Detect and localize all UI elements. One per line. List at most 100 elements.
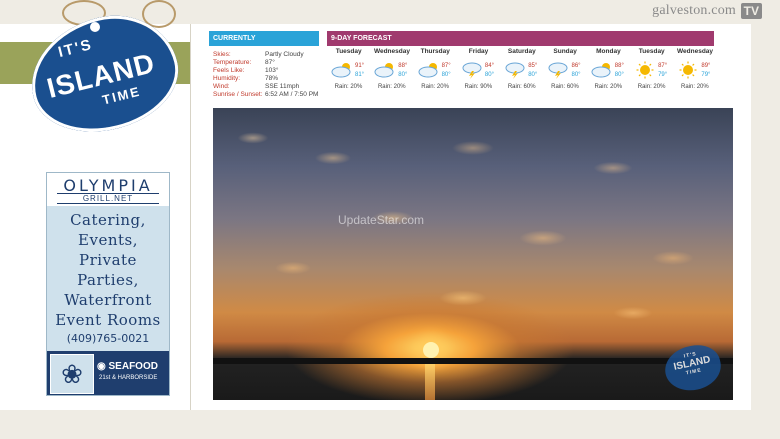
forecast-low: 80°	[398, 72, 408, 78]
current-value: Partly Cloudy	[265, 51, 304, 58]
forecast-day: Sunday 86° 80° Rain: 60%	[543, 48, 586, 94]
currently-table: Skies: Partly Cloudy Temperature: 87° Feel…	[213, 51, 318, 99]
forecast-day: Thursday 87° 80° Rain: 20%	[414, 48, 457, 94]
partly-cloudy-icon	[418, 61, 440, 79]
forecast-low: 80°	[571, 72, 581, 78]
currently-row: Wind: SSE 11mph	[213, 83, 318, 91]
forecast-day-name: Wednesday	[373, 48, 410, 55]
forecast-day: Tuesday 91° 81° Rain: 20%	[327, 48, 370, 94]
forecast-low: 80°	[441, 72, 451, 78]
forecast-day: Friday 84° 80° Rain: 90%	[457, 48, 500, 94]
current-label: Wind:	[213, 83, 230, 90]
current-value: 87°	[265, 59, 275, 66]
currently-row: Feels Like: 103°	[213, 67, 318, 75]
sunset-photo: UpdateStar.com IT'S ISLAND TIME	[213, 108, 733, 400]
site-brand[interactable]: galveston.com	[652, 3, 736, 19]
watermark: UpdateStar.com	[338, 213, 425, 227]
ad-header: OLYMPIA GRILL.NET	[47, 173, 169, 206]
forecast-day: Wednesday 88° 80° Rain: 20%	[370, 48, 413, 94]
island-time-watermark-logo: IT'S ISLAND TIME	[661, 340, 725, 396]
forecast-day: Monday 88° 80° Rain: 20%	[587, 48, 630, 94]
forecast-high: 88°	[398, 63, 408, 69]
ad-name: OLYMPIA	[63, 176, 153, 195]
forecast-day-name: Friday	[468, 48, 489, 55]
currently-row: Skies: Partly Cloudy	[213, 51, 318, 59]
ad-body: Catering, Events, Private Parties, Water…	[47, 206, 169, 330]
forecast-day-name: Tuesday	[638, 48, 665, 55]
sun	[423, 342, 439, 358]
forecast-day-name: Tuesday	[335, 48, 362, 55]
forecast-day-name: Saturday	[507, 48, 536, 55]
currently-header: CURRENTLY	[209, 31, 319, 46]
sunny-icon	[677, 61, 699, 79]
partly-cloudy-icon	[591, 61, 613, 79]
current-value: 6:52 AM / 7:50 PM	[265, 91, 319, 98]
olympia-grill-ad[interactable]: OLYMPIA GRILL.NET Catering, Events, Priv…	[46, 172, 170, 396]
forecast-low: 79°	[701, 72, 711, 78]
ad-line: Waterfront	[64, 291, 152, 309]
ad-line: Private	[79, 251, 137, 269]
partly-cloudy-icon	[374, 61, 396, 79]
currently-row: Humidity: 78%	[213, 75, 318, 83]
forecast-header: 9-DAY FORECAST	[327, 31, 714, 46]
forecast-rain: Rain: 60%	[507, 84, 536, 90]
forecast-low: 80°	[484, 72, 494, 78]
forecast-high: 85°	[528, 63, 538, 69]
forecast-rain: Rain: 20%	[637, 84, 666, 90]
ad-footer: ❀ ◉ SEAFOOD 21st & HARBORSIDE	[47, 351, 169, 395]
tv-badge[interactable]: TV	[740, 3, 762, 19]
forecast-high: 88°	[614, 63, 624, 69]
current-label: Sunrise / Sunset:	[213, 91, 263, 98]
forecast-low: 80°	[528, 72, 538, 78]
current-label: Humidity:	[213, 75, 241, 82]
forecast-low: 80°	[614, 72, 624, 78]
forecast-day: Wednesday 89° 79° Rain: 20%	[673, 48, 716, 94]
forecast-rain: Rain: 20%	[681, 84, 709, 90]
ad-seafood: ◉ SEAFOOD	[97, 361, 158, 372]
forecast-rain: Rain: 90%	[464, 84, 493, 90]
forecast-high: 86°	[571, 63, 581, 69]
bottom-bar	[0, 410, 780, 439]
forecast-day-name: Sunday	[553, 48, 577, 55]
forecast-low: 81°	[355, 72, 365, 78]
ad-phone: (409)765-0021	[66, 332, 150, 345]
ad-address: 21st & HARBORSIDE	[99, 375, 158, 381]
forecast-day-name: Wednesday	[677, 48, 714, 55]
island-time-logo: IT'S ISLAND TIME	[12, 0, 190, 150]
current-label: Feels Like:	[213, 67, 245, 74]
ad-line: Parties,	[77, 271, 139, 289]
sunny-icon	[634, 61, 656, 79]
ad-line: Event Rooms	[55, 311, 161, 329]
forecast-day-name: Monday	[596, 48, 621, 55]
forecast-high: 84°	[484, 63, 494, 69]
current-value: SSE 11mph	[265, 83, 300, 90]
currently-row: Sunrise / Sunset: 6:52 AM / 7:50 PM	[213, 91, 318, 99]
forecast-rain: Rain: 20%	[377, 84, 406, 90]
current-label: Temperature:	[213, 59, 252, 66]
thunderstorm-icon	[547, 61, 569, 79]
forecast-day: Saturday 85° 80° Rain: 60%	[500, 48, 543, 94]
partly-cloudy-icon	[331, 61, 353, 79]
forecast-days: Tuesday 91° 81° Rain: 20% Wednesday 88° 80° Rai…	[327, 48, 717, 94]
forecast-day: Tuesday 87° 79° Rain: 20%	[630, 48, 673, 94]
forecast-day-name: Thursday	[420, 48, 450, 55]
forecast-high: 87°	[658, 63, 668, 69]
current-value: 103°	[265, 67, 279, 74]
ad-line: Events,	[78, 231, 138, 249]
cloud-layer	[213, 108, 733, 338]
ad-line: Catering,	[70, 211, 146, 229]
currently-row: Temperature: 87°	[213, 59, 318, 67]
forecast-high: 87°	[441, 63, 451, 69]
forecast-rain: Rain: 20%	[334, 84, 363, 90]
water-reflection	[425, 364, 435, 400]
forecast-high: 91°	[355, 63, 365, 69]
forecast-rain: Rain: 20%	[421, 84, 449, 90]
thunderstorm-icon	[461, 61, 483, 79]
forecast-low: 79°	[658, 72, 668, 78]
forecast-rain: Rain: 20%	[594, 84, 623, 90]
octopus-icon: ❀	[50, 354, 94, 394]
tag-hole	[90, 22, 100, 32]
shoreline	[213, 358, 733, 364]
forecast-high: 89°	[701, 63, 711, 69]
current-value: 78%	[265, 75, 279, 82]
